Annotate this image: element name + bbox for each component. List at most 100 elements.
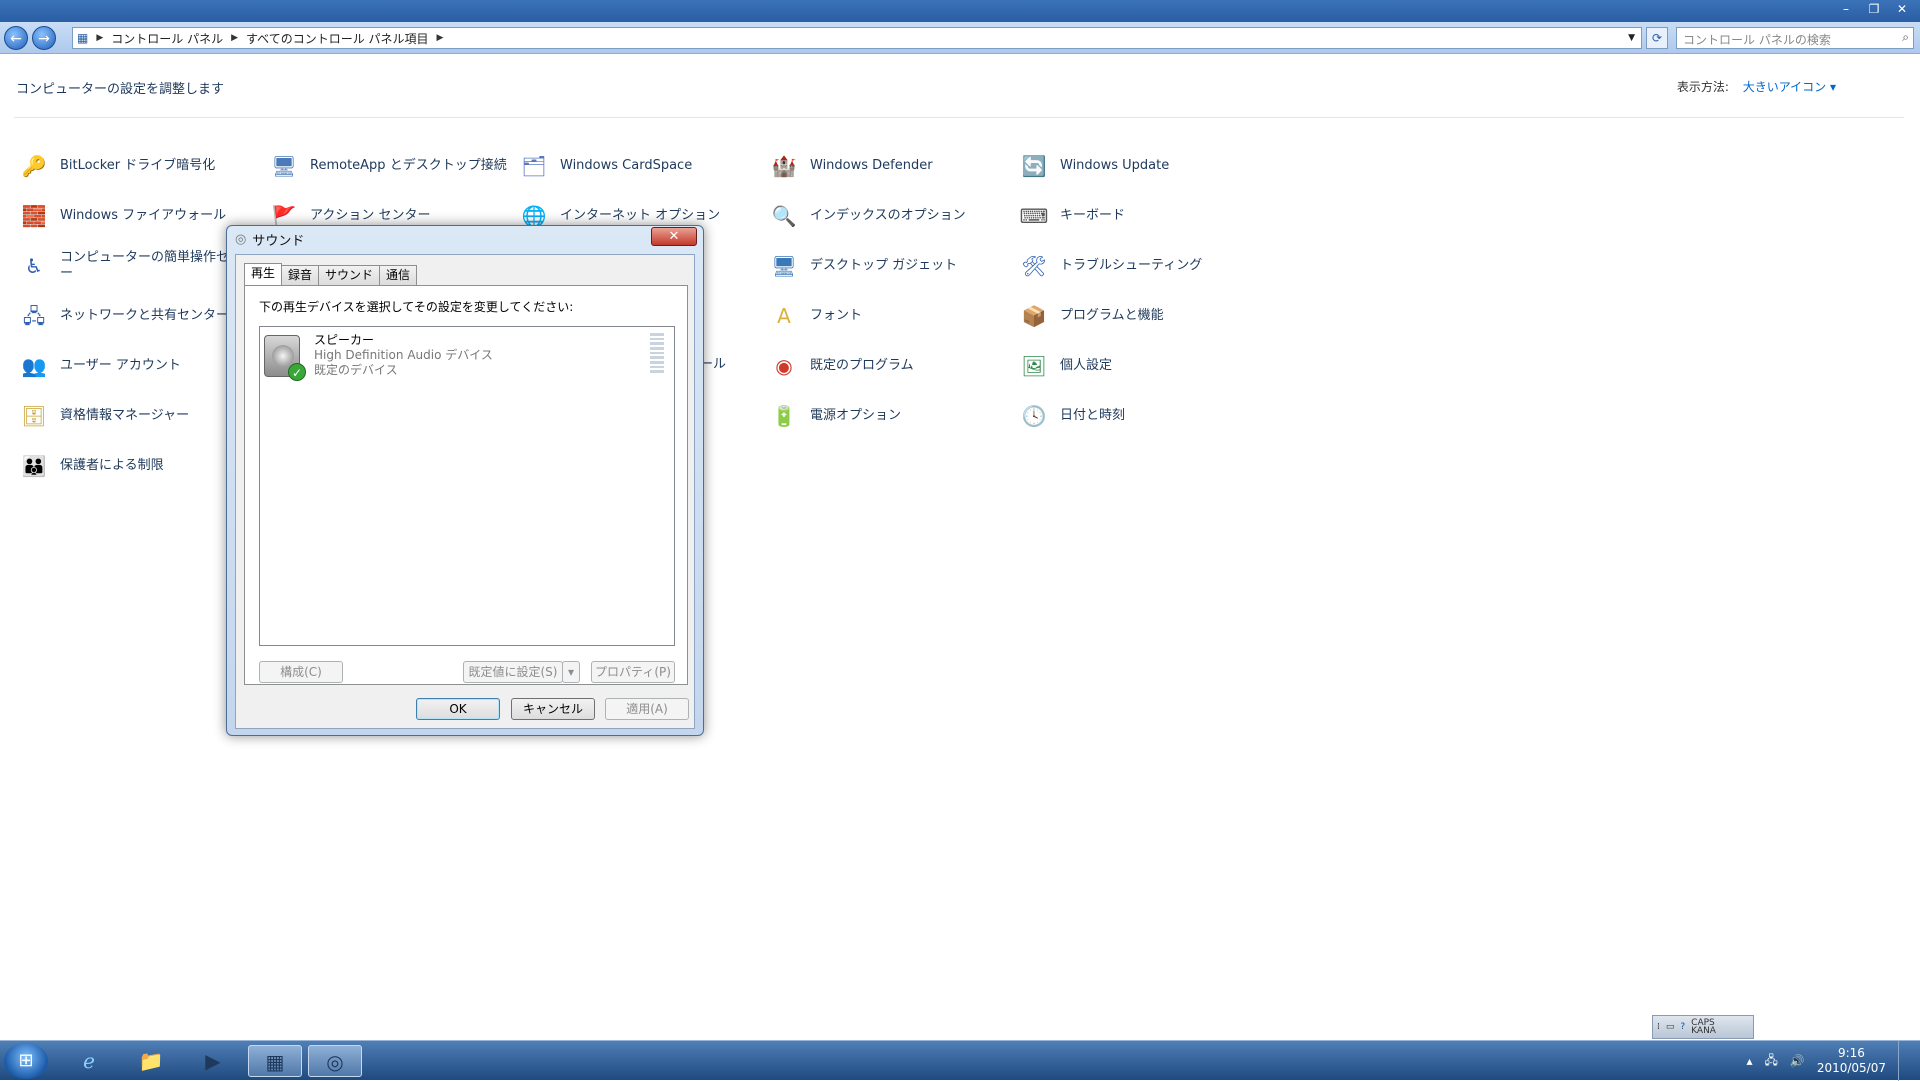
cp-item-label: インターネット オプション [560,208,721,223]
cp-item-icon: ◉ [775,354,793,378]
view-by: 表示方法: 大きいアイコン ▾ [1677,78,1836,95]
cp-item[interactable]: 🖥 デスクトップ ガジェット [768,250,1008,282]
cp-item[interactable]: A フォント [768,300,1008,332]
cp-item-label: ユーザー アカウント [60,358,181,373]
cp-item-label: インデックスのオプション [810,208,966,223]
tab-sounds[interactable]: サウンド [318,265,381,285]
cp-item[interactable]: 🔄 Windows Update [1018,150,1258,182]
refresh-button[interactable]: ⟳ [1646,27,1668,49]
configure-button[interactable]: 構成(C) [259,661,343,683]
search-placeholder: コントロール パネルの検索 [1683,33,1831,47]
address-dropdown-icon[interactable]: ▼ [1628,33,1635,43]
clock[interactable]: 9:16 2010/05/07 [1817,1046,1886,1076]
set-default-dropdown-icon[interactable]: ▾ [562,661,580,683]
cp-item[interactable]: 🗂 Windows CardSpace [518,150,758,182]
cp-item-icon: 🗄 [21,404,47,428]
cp-item[interactable]: 🖥 RemoteApp とデスクトップ接続 [268,150,508,182]
taskbar-sound[interactable]: ◎ [308,1045,362,1077]
navigation-bar: ← → ▦ ▶ コントロール パネル ▶ すべてのコントロール パネル項目 ▶ … [0,22,1920,54]
kana-indicator: KANA [1691,1026,1716,1036]
cp-item[interactable]: 🔋 電源オプション [768,400,1008,432]
cp-item-icon: 📦 [1021,304,1047,328]
cp-item-icon: 🖧 [22,304,46,328]
cp-item[interactable]: 👪 保護者による制限 [18,450,258,482]
search-icon[interactable]: ⌕ [1902,30,1909,45]
close-button[interactable]: ✕ [1890,0,1914,18]
system-tray: ▴ 🖧 🔊 9:16 2010/05/07 [1746,1041,1912,1081]
cp-item[interactable]: 🏰 Windows Defender [768,150,1008,182]
cp-item[interactable]: 📦 プログラムと機能 [1018,300,1258,332]
network-icon[interactable]: 🖧 [1764,1051,1777,1072]
dialog-title-text: サウンド [252,234,305,249]
show-desktop-button[interactable] [1898,1041,1912,1081]
cancel-button[interactable]: キャンセル [511,698,595,720]
cp-item[interactable]: 🕓 日付と時刻 [1018,400,1258,432]
cp-item-label: ネットワークと共有センター [60,308,230,323]
cp-item-icon: 🗂 [521,154,547,178]
cp-item[interactable]: ♿ コンピューターの簡単操作センター [18,250,258,282]
media-player-icon: ▶ [205,1049,221,1073]
breadcrumb-all-items[interactable]: すべてのコントロール パネル項目 [246,30,429,47]
cp-item[interactable]: 🗄 資格情報マネージャー [18,400,258,432]
forward-button[interactable]: → [32,26,56,50]
cp-item[interactable]: ⌨ キーボード [1018,200,1258,232]
taskbar-ie[interactable]: ℯ [62,1045,116,1077]
minimize-button[interactable]: – [1834,0,1858,18]
start-button[interactable]: ⊞ [4,1043,48,1079]
device-item-speaker[interactable]: ✓ スピーカー High Definition Audio デバイス 既定のデバ… [264,333,493,381]
cp-item-label: Windows ファイアウォール [60,208,227,223]
properties-button[interactable]: プロパティ(P) [591,661,675,683]
language-bar[interactable]: ⁞ ▭ ? CAPS KANA [1652,1015,1754,1039]
cp-item[interactable]: 🖧 ネットワークと共有センター [18,300,258,332]
address-bar[interactable]: ▦ ▶ コントロール パネル ▶ すべてのコントロール パネル項目 ▶ ▼ [72,27,1642,49]
tab-communications[interactable]: 通信 [379,265,418,285]
taskbar-media-player[interactable]: ▶ [186,1045,240,1077]
ok-button[interactable]: OK [416,698,500,720]
taskbar-control-panel[interactable]: ▦ [248,1045,302,1077]
cp-item[interactable]: 🔑 BitLocker ドライブ暗号化 [18,150,258,182]
dialog-tabs: 再生 録音 サウンド 通信 [244,263,418,285]
cp-item[interactable]: 🔍 インデックスのオプション [768,200,1008,232]
cp-item-label: Windows Defender [810,158,933,173]
cp-item-label: フォント [810,308,863,323]
speaker-icon: ✓ [264,333,306,381]
breadcrumb-control-panel[interactable]: コントロール パネル [111,30,223,47]
cp-item-icon: 🔋 [771,404,797,428]
tab-playback[interactable]: 再生 [244,263,283,285]
cp-item-label: 個人設定 [1060,358,1113,373]
cp-item[interactable]: 🛠 トラブルシューティング [1018,250,1258,282]
volume-icon[interactable]: 🔊 [1790,1054,1805,1068]
cp-item-icon: ⌨ [1019,204,1049,228]
control-panel-icon: ▦ [265,1050,285,1074]
tab-recording[interactable]: 録音 [281,265,320,285]
apply-button[interactable]: 適用(A) [605,698,689,720]
search-input[interactable]: コントロール パネルの検索 ⌕ [1676,27,1914,49]
cp-item-icon: 🧱 [21,204,47,228]
cp-item[interactable]: 👥 ユーザー アカウント [18,350,258,382]
set-default-button[interactable]: 既定値に設定(S) [463,661,563,683]
tray-expand-icon[interactable]: ▴ [1746,1054,1752,1068]
cp-item-icon: 👥 [21,354,47,378]
cp-item[interactable]: 🖼 個人設定 [1018,350,1258,382]
cp-item-icon: 🕓 [1021,404,1047,428]
taskbar-explorer[interactable]: 📁 [124,1045,178,1077]
device-list[interactable]: ✓ スピーカー High Definition Audio デバイス 既定のデバ… [259,326,675,646]
cp-item[interactable]: ◉ 既定のプログラム [768,350,1008,382]
ime-grip-icon: ⁞ [1657,1022,1660,1032]
ime-mode-icon[interactable]: ▭ [1666,1022,1675,1032]
dialog-close-button[interactable]: ✕ [651,227,697,246]
clock-date: 2010/05/07 [1816,1061,1886,1075]
help-icon[interactable]: ? [1680,1022,1685,1032]
cp-item-icon: 🛠 [1021,254,1047,278]
speaker-icon: ◎ [326,1050,344,1074]
restore-button[interactable]: ❐ [1862,0,1886,18]
cp-item-label: Windows CardSpace [560,158,693,173]
sound-dialog: ◎ サウンド ✕ 再生 録音 サウンド 通信 下の再生デバイスを選択してその設定… [226,225,704,736]
cp-item[interactable]: 🧱 Windows ファイアウォール [18,200,258,232]
back-button[interactable]: ← [4,26,28,50]
cp-item-label: 電源オプション [810,408,902,423]
device-name: スピーカー [314,333,375,347]
view-by-dropdown[interactable]: 大きいアイコン ▾ [1743,80,1836,94]
breadcrumb-separator-icon: ▶ [231,33,239,43]
cp-item-icon: 🔍 [771,204,797,228]
